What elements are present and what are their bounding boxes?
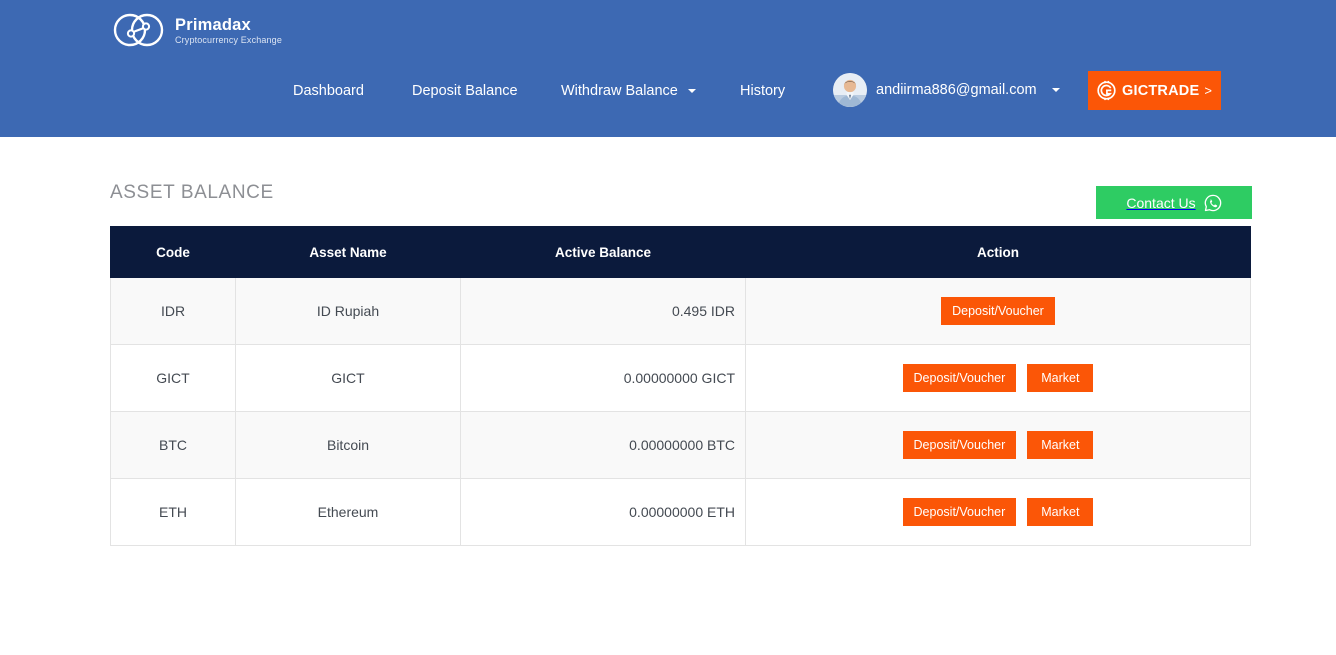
column-header-action: Action <box>745 226 1251 278</box>
cell-action: Deposit/Voucher Market <box>745 344 1251 412</box>
cell-code: BTC <box>110 411 236 479</box>
chevron-down-icon <box>1051 88 1060 92</box>
table-row: IDR ID Rupiah 0.495 IDR Deposit/Voucher <box>110 277 1251 345</box>
table-body: IDR ID Rupiah 0.495 IDR Deposit/Voucher … <box>110 277 1251 546</box>
table-row: ETH Ethereum 0.00000000 ETH Deposit/Vouc… <box>110 478 1251 546</box>
user-email-label: andiirma886@gmail.com <box>876 82 1037 98</box>
top-navbar: Primadax Cryptocurrency Exchange Dashboa… <box>0 0 1336 137</box>
cell-asset-name: Bitcoin <box>235 411 461 479</box>
nav-label-dashboard: Dashboard <box>293 83 364 99</box>
cell-active-balance: 0.495 IDR <box>460 277 746 345</box>
cell-active-balance: 0.00000000 BTC <box>460 411 746 479</box>
table-row: BTC Bitcoin 0.00000000 BTC Deposit/Vouch… <box>110 411 1251 479</box>
cell-active-balance: 0.00000000 ETH <box>460 478 746 546</box>
chevron-down-icon <box>687 88 696 93</box>
nav-item-withdraw-balance[interactable]: Withdraw Balance <box>561 83 696 99</box>
cell-code: GICT <box>110 344 236 412</box>
nav-label-deposit-balance: Deposit Balance <box>412 83 518 99</box>
gictrade-label: GICTRADE <box>1122 82 1200 99</box>
nav-item-history[interactable]: History <box>740 83 785 99</box>
nav-label-history: History <box>740 83 786 99</box>
table-header-row: Code Asset Name Active Balance Action <box>110 226 1251 278</box>
asset-balance-table: Code Asset Name Active Balance Action ID… <box>110 226 1251 546</box>
two-rings-logo-icon <box>112 9 166 51</box>
cell-asset-name: GICT <box>235 344 461 412</box>
gictrade-button[interactable]: GICTRADE > <box>1088 71 1221 110</box>
nav-item-deposit-balance[interactable]: Deposit Balance <box>412 83 518 99</box>
cell-code: ETH <box>110 478 236 546</box>
cell-action: Deposit/Voucher <box>745 277 1251 345</box>
cell-asset-name: Ethereum <box>235 478 461 546</box>
market-button[interactable]: Market <box>1027 430 1094 460</box>
table-header: Code Asset Name Active Balance Action <box>110 226 1251 278</box>
nav-label-withdraw-balance: Withdraw Balance <box>561 83 678 99</box>
cell-action: Deposit/Voucher Market <box>745 411 1251 479</box>
nav-item-dashboard[interactable]: Dashboard <box>293 83 364 99</box>
deposit-voucher-button[interactable]: Deposit/Voucher <box>902 363 1017 393</box>
deposit-voucher-button[interactable]: Deposit/Voucher <box>902 430 1017 460</box>
user-account-menu[interactable]: andiirma886@gmail.com <box>833 73 1060 107</box>
cell-action: Deposit/Voucher Market <box>745 478 1251 546</box>
table-row: GICT GICT 0.00000000 GICT Deposit/Vouche… <box>110 344 1251 412</box>
page-title: ASSET BALANCE <box>110 182 274 203</box>
market-button[interactable]: Market <box>1027 497 1094 527</box>
column-header-active-balance: Active Balance <box>460 226 746 278</box>
deposit-voucher-button[interactable]: Deposit/Voucher <box>902 497 1017 527</box>
deposit-voucher-button[interactable]: Deposit/Voucher <box>941 296 1055 326</box>
brand-name: Primadax <box>175 16 251 35</box>
page-content: ASSET BALANCE Contact Us Code Asset Name… <box>0 137 1336 655</box>
brand-tagline: Cryptocurrency Exchange <box>175 34 282 45</box>
column-header-asset-name: Asset Name <box>235 226 461 278</box>
market-button[interactable]: Market <box>1027 363 1094 393</box>
gictrade-arrow-icon: > <box>1204 83 1212 98</box>
contact-us-button[interactable]: Contact Us <box>1096 186 1252 219</box>
brand-logo-link[interactable]: Primadax Cryptocurrency Exchange <box>112 9 282 51</box>
user-photo-avatar <box>833 73 867 107</box>
column-header-code: Code <box>110 226 236 278</box>
cell-code: IDR <box>110 277 236 345</box>
gictrade-coin-icon <box>1096 80 1117 101</box>
contact-us-label: Contact Us <box>1126 194 1196 211</box>
cell-asset-name: ID Rupiah <box>235 277 461 345</box>
cell-active-balance: 0.00000000 GICT <box>460 344 746 412</box>
whatsapp-icon <box>1204 194 1222 212</box>
